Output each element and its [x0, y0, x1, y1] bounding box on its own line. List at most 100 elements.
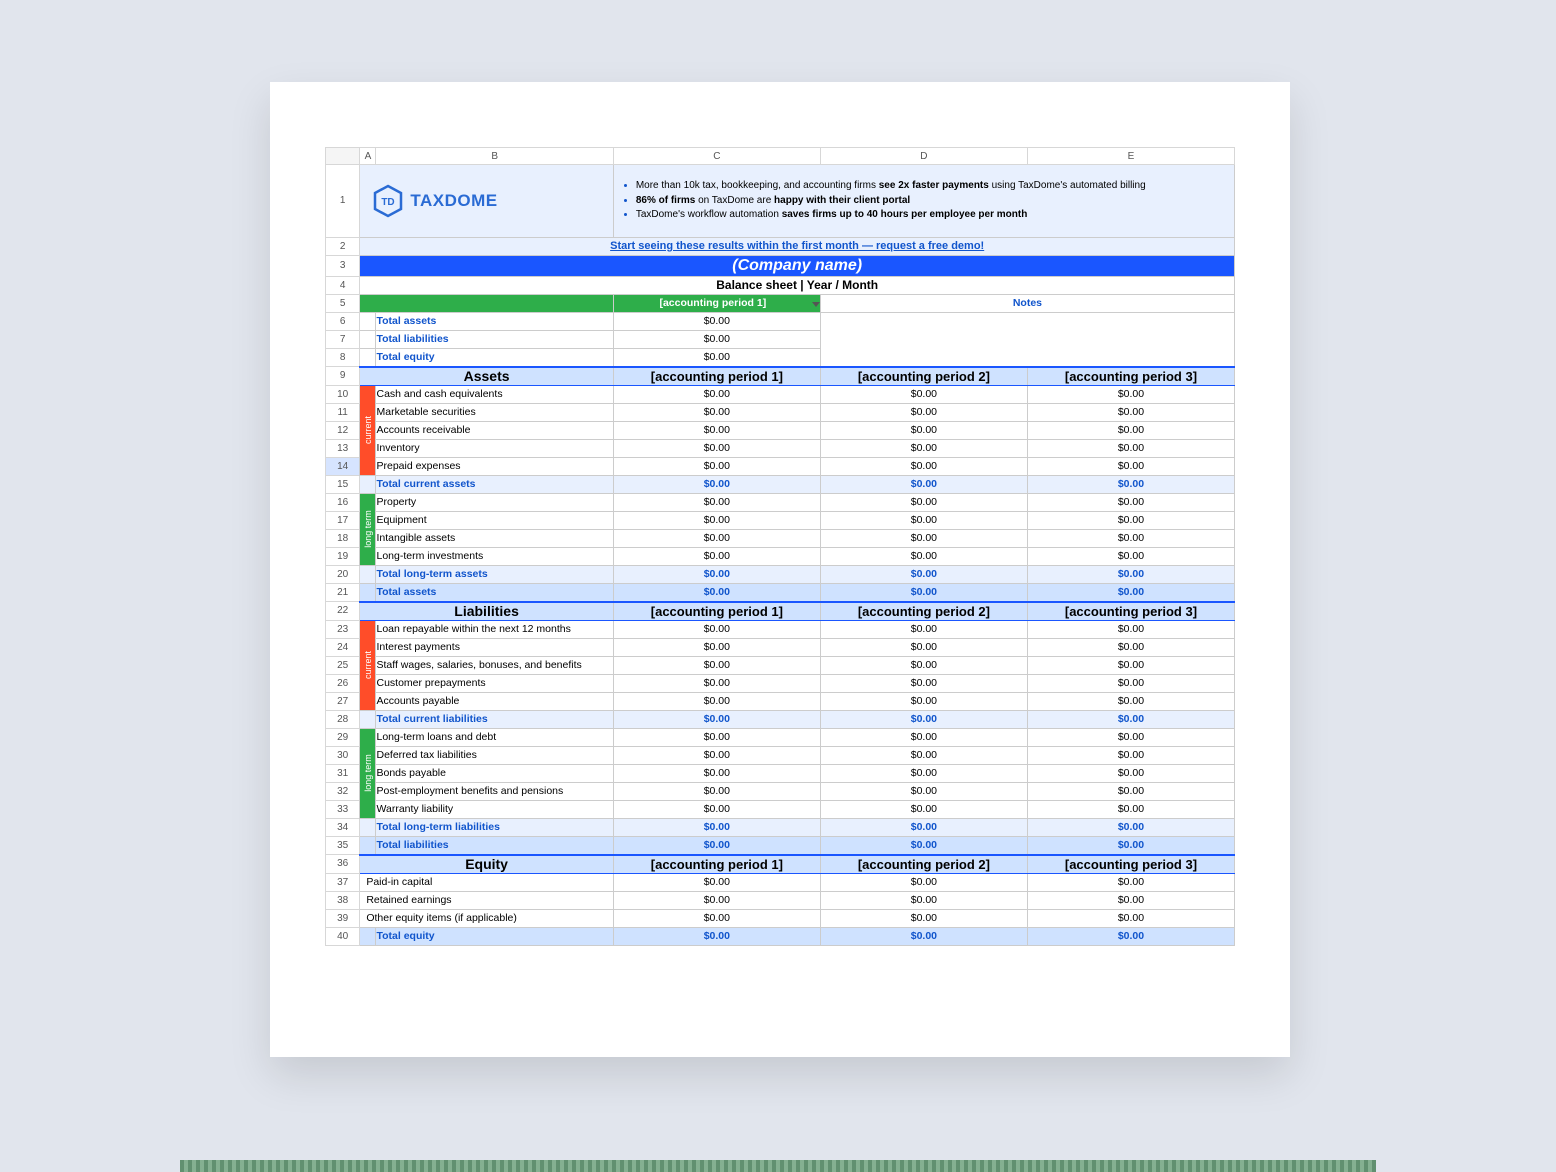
notes-header[interactable]: Notes [820, 294, 1234, 312]
row-header[interactable]: 35 [326, 836, 360, 855]
row-header[interactable]: 25 [326, 656, 360, 674]
row-header[interactable]: 33 [326, 800, 360, 818]
row-header[interactable]: 13 [326, 439, 360, 457]
summary-value[interactable]: $0.00 [613, 348, 820, 367]
row-header[interactable]: 17 [326, 511, 360, 529]
side-label-longterm: long term [360, 493, 376, 565]
data-row: 31 Bonds payable $0.00 $0.00 $0.00 [326, 764, 1235, 782]
row-header[interactable]: 26 [326, 674, 360, 692]
spreadsheet-card: A B C D E 1 TD [270, 82, 1290, 1057]
subtotal-row: 20 Total long-term assets $0.00 $0.00 $0… [326, 565, 1235, 583]
row-header[interactable]: 18 [326, 529, 360, 547]
row-header[interactable]: 38 [326, 891, 360, 909]
subtotal-row: 28 Total current liabilities $0.00 $0.00… [326, 710, 1235, 728]
row-header[interactable]: 7 [326, 330, 360, 348]
summary-value[interactable]: $0.00 [613, 330, 820, 348]
period-header-2[interactable]: [accounting period 2] [820, 367, 1027, 386]
summary-label[interactable]: Total liabilities [376, 330, 613, 348]
row-header[interactable]: 4 [326, 276, 360, 294]
row-header[interactable]: 34 [326, 818, 360, 836]
section-title-equity[interactable]: Equity [360, 855, 614, 874]
request-demo-link[interactable]: Start seeing these results within the fi… [610, 240, 984, 252]
col-header-B[interactable]: B [376, 148, 613, 165]
summary-label[interactable]: Total assets [376, 312, 613, 330]
grand-total-row: 35 Total liabilities $0.00 $0.00 $0.00 [326, 836, 1235, 855]
row-header[interactable]: 40 [326, 927, 360, 945]
row-header[interactable]: 6 [326, 312, 360, 330]
data-row: 19 Long-term investments $0.00 $0.00 $0.… [326, 547, 1235, 565]
row-header[interactable]: 1 [326, 165, 360, 238]
subtotal-row: 15 Total current assets $0.00 $0.00 $0.0… [326, 475, 1235, 493]
row-header[interactable]: 36 [326, 855, 360, 874]
row-header[interactable]: 8 [326, 348, 360, 367]
summary-label[interactable]: Total equity [376, 348, 613, 367]
col-header-C[interactable]: C [613, 148, 820, 165]
row-header[interactable]: 12 [326, 421, 360, 439]
logo-cell: TD TAXDOME [360, 165, 614, 238]
spreadsheet: A B C D E 1 TD [325, 147, 1235, 946]
row-header[interactable]: 16 [326, 493, 360, 511]
brand-name: TAXDOME [410, 191, 497, 211]
row-header[interactable]: 31 [326, 764, 360, 782]
row-header[interactable]: 24 [326, 638, 360, 656]
row-header[interactable]: 15 [326, 475, 360, 493]
row-header[interactable]: 23 [326, 620, 360, 638]
row-header[interactable]: 3 [326, 255, 360, 276]
data-row: 17 Equipment $0.00 $0.00 $0.00 [326, 511, 1235, 529]
data-row: 23 current Loan repayable within the nex… [326, 620, 1235, 638]
data-row: 30 Deferred tax liabilities $0.00 $0.00 … [326, 746, 1235, 764]
notes-area[interactable] [820, 312, 1234, 367]
col-header-A[interactable]: A [360, 148, 376, 165]
grid: A B C D E 1 TD [325, 147, 1235, 946]
row-header[interactable]: 14 [326, 457, 360, 475]
side-label-longterm: long term [360, 728, 376, 818]
row-header[interactable]: 19 [326, 547, 360, 565]
company-name-cell[interactable]: (Company name) [360, 255, 1235, 276]
dropdown-icon[interactable] [812, 302, 820, 307]
item-label[interactable]: Cash and cash equivalents [376, 385, 613, 403]
row-header[interactable]: 29 [326, 728, 360, 746]
data-row: 27 Accounts payable $0.00 $0.00 $0.00 [326, 692, 1235, 710]
row-header[interactable]: 20 [326, 565, 360, 583]
row-header[interactable]: 28 [326, 710, 360, 728]
data-row: 38 Retained earnings $0.00 $0.00 $0.00 [326, 891, 1235, 909]
row-header[interactable]: 37 [326, 873, 360, 891]
grand-total-row: 21 Total assets $0.00 $0.00 $0.00 [326, 583, 1235, 602]
data-row: 11 Marketable securities $0.00 $0.00 $0.… [326, 403, 1235, 421]
subtitle-cell[interactable]: Balance sheet | Year / Month [360, 276, 1235, 294]
taxdome-logo-icon: TD [370, 183, 406, 219]
period-header-3[interactable]: [accounting period 3] [1027, 367, 1234, 386]
row-header[interactable]: 10 [326, 385, 360, 403]
subtitle-row: 4 Balance sheet | Year / Month [326, 276, 1235, 294]
row-header[interactable]: 32 [326, 782, 360, 800]
section-title-liabilities[interactable]: Liabilities [360, 602, 614, 621]
row-header[interactable]: 22 [326, 602, 360, 621]
subtotal-label[interactable]: Total current assets [376, 475, 613, 493]
period-header-1[interactable]: [accounting period 1] [613, 367, 820, 386]
cell[interactable] [360, 312, 376, 330]
row-header[interactable]: 39 [326, 909, 360, 927]
row-header[interactable]: 11 [326, 403, 360, 421]
data-row: 16 long term Property $0.00 $0.00 $0.00 [326, 493, 1235, 511]
row-header[interactable]: 2 [326, 237, 360, 255]
section-title-assets[interactable]: Assets [360, 367, 614, 386]
row-header[interactable]: 21 [326, 583, 360, 602]
summary-group-header[interactable] [360, 294, 614, 312]
summary-header-row: 5 [accounting period 1] Notes [326, 294, 1235, 312]
row-header[interactable]: 9 [326, 367, 360, 386]
row-header[interactable]: 5 [326, 294, 360, 312]
row-header[interactable]: 27 [326, 692, 360, 710]
summary-period-header[interactable]: [accounting period 1] [613, 294, 820, 312]
data-row: 12 Accounts receivable $0.00 $0.00 $0.00 [326, 421, 1235, 439]
data-row: 25 Staff wages, salaries, bonuses, and b… [326, 656, 1235, 674]
select-all-corner[interactable] [326, 148, 360, 165]
data-row: 10 current Cash and cash equivalents $0.… [326, 385, 1235, 403]
summary-value[interactable]: $0.00 [613, 312, 820, 330]
grand-total-row: 40 Total equity $0.00 $0.00 $0.00 [326, 927, 1235, 945]
col-header-E[interactable]: E [1027, 148, 1234, 165]
col-header-D[interactable]: D [820, 148, 1027, 165]
row-header[interactable]: 30 [326, 746, 360, 764]
assets-section-header: 9 Assets [accounting period 1] [accounti… [326, 367, 1235, 386]
banner-bullets: More than 10k tax, bookkeeping, and acco… [613, 165, 1234, 238]
liabilities-section-header: 22 Liabilities [accounting period 1] [ac… [326, 602, 1235, 621]
